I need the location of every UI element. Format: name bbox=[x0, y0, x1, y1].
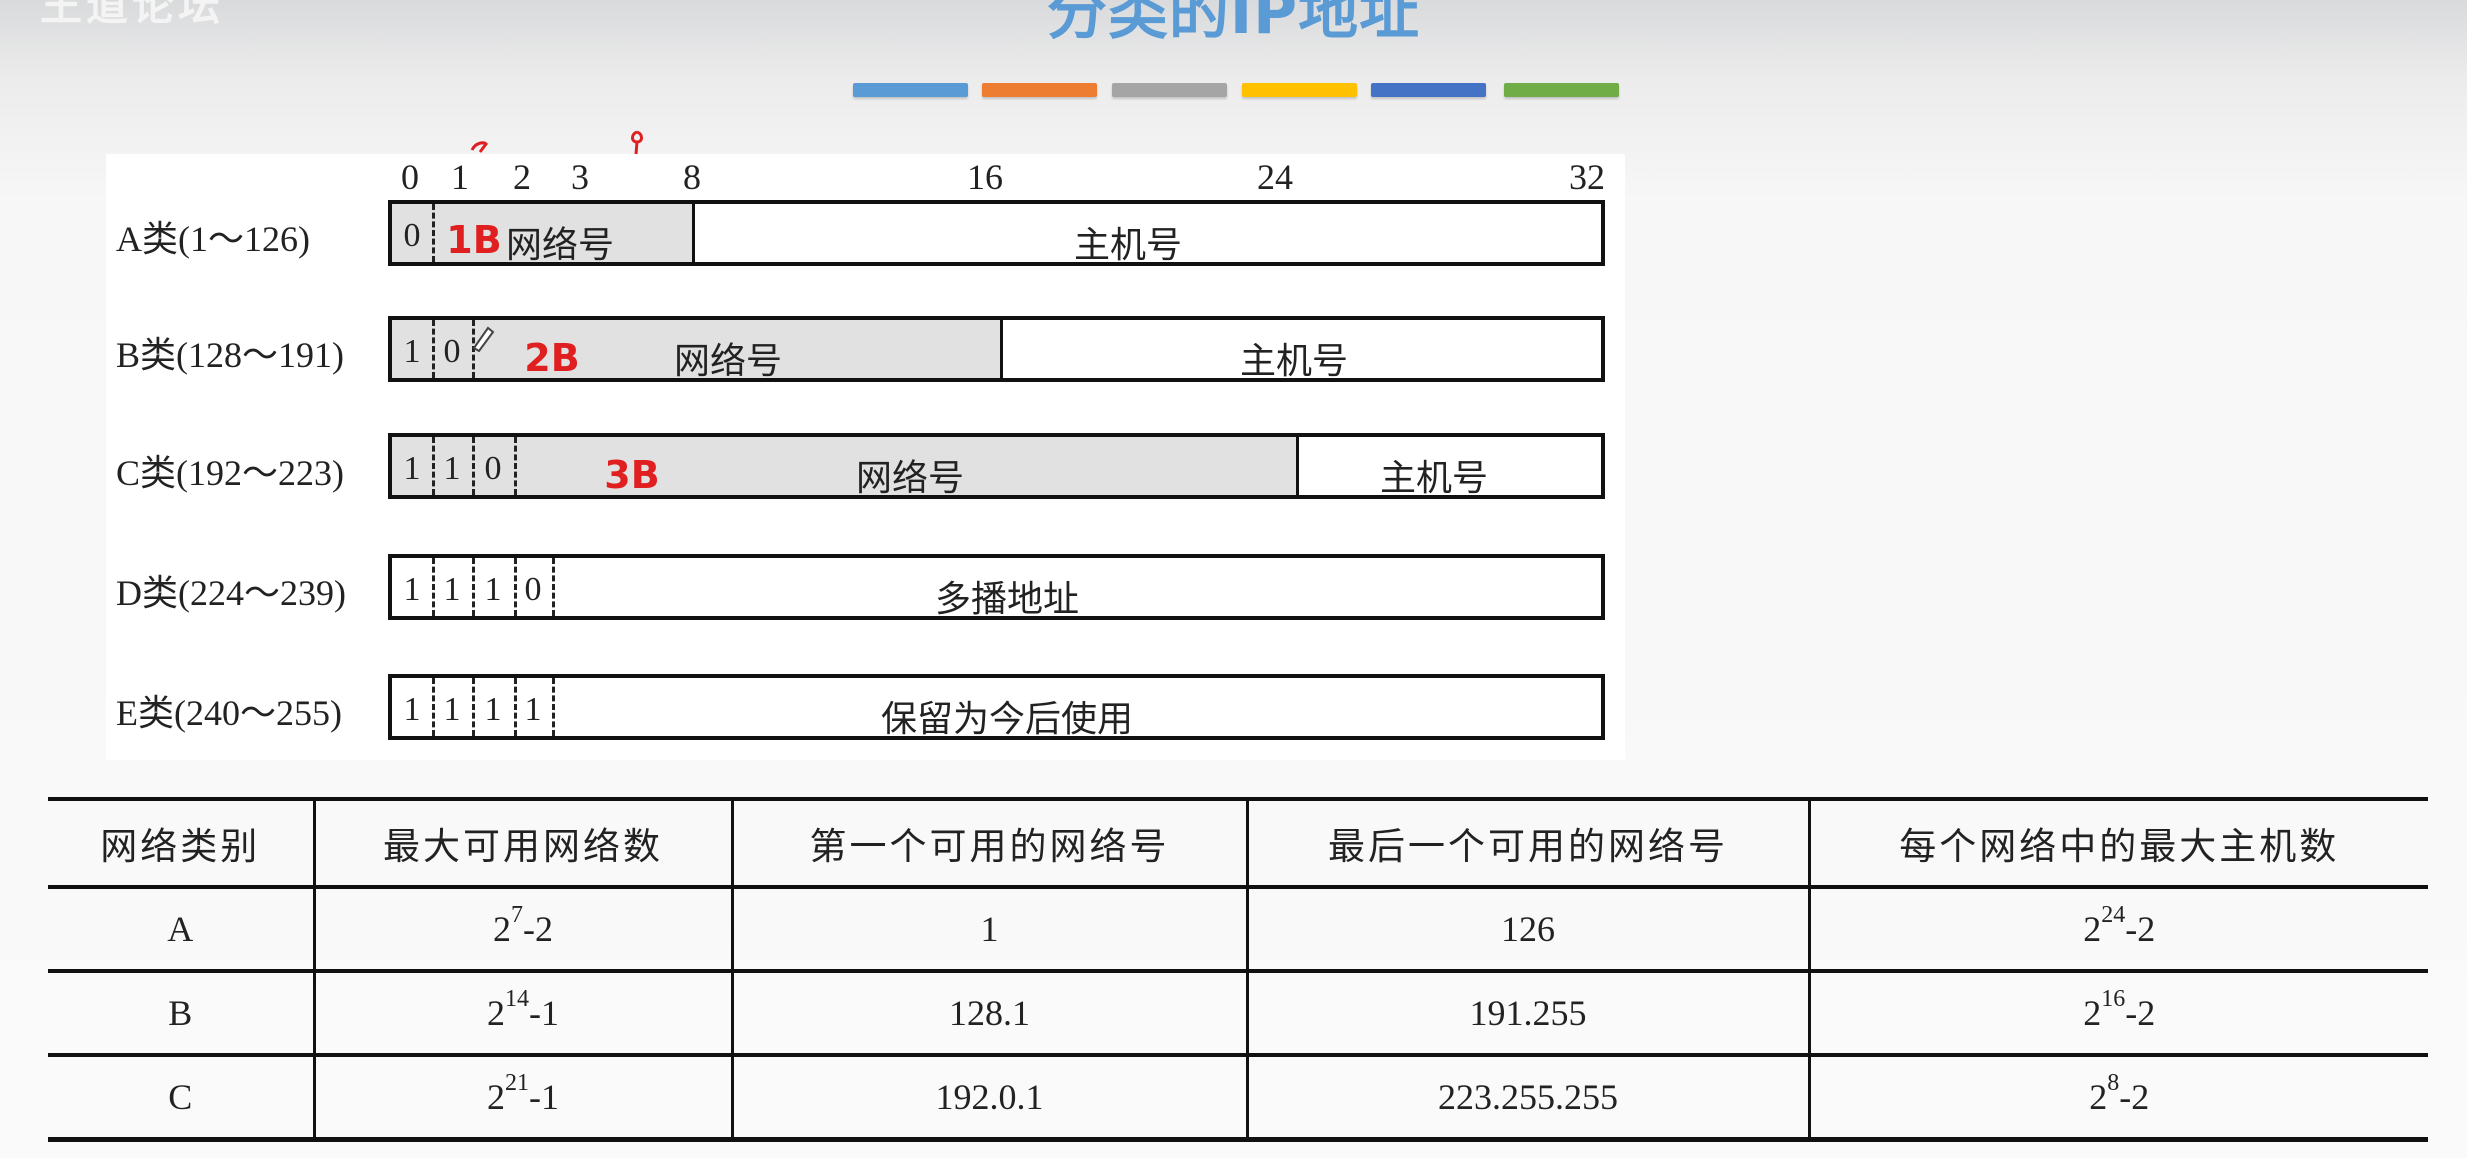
bit-divider bbox=[432, 678, 435, 736]
max-networks-cell: 27-2 bbox=[312, 885, 734, 973]
host-label: 主机号 bbox=[1073, 225, 1183, 266]
class-c-bar: 1 1 0 3B 网络号 主机号 bbox=[388, 433, 1605, 499]
class-a-label: A类(1～126) bbox=[116, 219, 310, 259]
leading-bit: 1 bbox=[443, 691, 461, 728]
table-row: C 221-1 192.0.1 223.255.255 28-2 bbox=[48, 1053, 2428, 1142]
max-networks-cell: 214-1 bbox=[312, 969, 734, 1057]
bit-divider bbox=[514, 437, 517, 495]
leading-bit: 1 bbox=[484, 691, 502, 728]
bit-divider bbox=[552, 558, 555, 616]
bit-tick: 24 bbox=[1257, 157, 1293, 197]
title-bar bbox=[1242, 83, 1357, 97]
first-network-cell: 192.0.1 bbox=[730, 1053, 1249, 1142]
pencil-icon bbox=[472, 326, 495, 352]
bit-divider bbox=[472, 678, 475, 736]
class-cell: C bbox=[48, 1053, 316, 1142]
title-bar bbox=[1371, 83, 1486, 97]
bit-tick: 8 bbox=[683, 157, 701, 197]
bit-tick: 2 bbox=[513, 157, 531, 197]
reserved-label: 保留为今后使用 bbox=[880, 699, 1134, 740]
leading-bit: 0 bbox=[524, 571, 542, 608]
class-b-label: B类(128～191) bbox=[116, 335, 344, 375]
bit-divider bbox=[472, 437, 475, 495]
last-network-cell: 223.255.255 bbox=[1245, 1053, 1811, 1142]
class-cell: B bbox=[48, 969, 316, 1057]
bit-divider bbox=[432, 437, 435, 495]
column-header: 最大可用网络数 bbox=[312, 797, 734, 889]
ip-class-diagram: 0 1 2 3 8 16 24 32 A类(1～126) 0 1B 网络号 主机… bbox=[106, 130, 1625, 760]
network-label: 网络号 bbox=[505, 225, 615, 266]
bit-tick: 1 bbox=[451, 157, 469, 197]
bit-divider bbox=[432, 320, 435, 378]
leading-bit: 0 bbox=[443, 333, 461, 370]
bit-tick: 3 bbox=[571, 157, 589, 197]
leading-bit: 1 bbox=[403, 450, 421, 487]
class-d-label: D类(224～239) bbox=[116, 573, 346, 613]
title-bar bbox=[982, 83, 1097, 97]
column-header: 每个网络中的最大主机数 bbox=[1807, 797, 2428, 889]
bit-divider bbox=[552, 678, 555, 736]
byte-annotation: 1B bbox=[446, 218, 502, 262]
leading-bit: 1 bbox=[403, 333, 421, 370]
max-hosts-cell: 224-2 bbox=[1807, 885, 2428, 973]
slide-title: 分类的IP地址 bbox=[1046, 0, 1421, 48]
table-row: B 214-1 128.1 191.255 216-2 bbox=[48, 969, 2428, 1057]
max-hosts-cell: 28-2 bbox=[1807, 1053, 2428, 1142]
byte-annotation: 3B bbox=[604, 453, 660, 497]
bit-tick: 16 bbox=[967, 157, 1003, 197]
bit-divider bbox=[514, 558, 517, 616]
leading-bit: 1 bbox=[403, 691, 421, 728]
class-e-bar: 1 1 1 1 保留为今后使用 bbox=[388, 674, 1605, 740]
column-header: 最后一个可用的网络号 bbox=[1245, 797, 1811, 889]
leading-bit: 0 bbox=[484, 450, 502, 487]
title-bar bbox=[1504, 83, 1619, 97]
bit-tick: 32 bbox=[1569, 157, 1605, 197]
network-label: 网络号 bbox=[855, 458, 965, 499]
class-c-label: C类(192～223) bbox=[116, 453, 344, 493]
last-network-cell: 191.255 bbox=[1245, 969, 1811, 1057]
column-header: 第一个可用的网络号 bbox=[730, 797, 1249, 889]
first-network-cell: 1 bbox=[730, 885, 1249, 973]
max-hosts-cell: 216-2 bbox=[1807, 969, 2428, 1057]
multicast-label: 多播地址 bbox=[934, 579, 1080, 620]
ip-class-table: 网络类别 最大可用网络数 第一个可用的网络号 最后一个可用的网络号 每个网络中的… bbox=[48, 797, 2428, 1142]
network-segment bbox=[392, 437, 1299, 495]
host-label: 主机号 bbox=[1239, 341, 1349, 382]
column-header: 网络类别 bbox=[48, 797, 316, 889]
leading-bit: 1 bbox=[484, 571, 502, 608]
pen-mark-icon bbox=[470, 141, 488, 153]
host-label: 主机号 bbox=[1379, 458, 1489, 499]
bit-divider bbox=[432, 204, 435, 262]
bit-divider bbox=[514, 678, 517, 736]
table-row: A 27-2 1 126 224-2 bbox=[48, 885, 2428, 973]
leading-bit: 1 bbox=[524, 691, 542, 728]
class-cell: A bbox=[48, 885, 316, 973]
leading-bit: 1 bbox=[443, 571, 461, 608]
leading-bit: 1 bbox=[443, 450, 461, 487]
last-network-cell: 126 bbox=[1245, 885, 1811, 973]
table-header-row: 网络类别 最大可用网络数 第一个可用的网络号 最后一个可用的网络号 每个网络中的… bbox=[48, 797, 2428, 889]
bit-divider bbox=[432, 558, 435, 616]
pen-mark-icon bbox=[631, 130, 643, 155]
first-network-cell: 128.1 bbox=[730, 969, 1249, 1057]
bit-tick: 0 bbox=[401, 157, 419, 197]
title-bar bbox=[853, 83, 968, 97]
class-e-label: E类(240～255) bbox=[116, 693, 342, 733]
leading-bit: 0 bbox=[403, 217, 421, 254]
class-a-bar: 0 1B 网络号 主机号 bbox=[388, 200, 1605, 266]
class-d-bar: 1 1 1 0 多播地址 bbox=[388, 554, 1605, 620]
title-bar bbox=[1112, 83, 1227, 97]
network-label: 网络号 bbox=[673, 341, 783, 382]
class-b-bar: 1 0 2B 网络号 主机号 bbox=[388, 316, 1605, 382]
byte-annotation: 2B bbox=[524, 336, 580, 380]
leading-bit: 1 bbox=[403, 571, 421, 608]
bit-divider bbox=[472, 558, 475, 616]
max-networks-cell: 221-1 bbox=[312, 1053, 734, 1142]
